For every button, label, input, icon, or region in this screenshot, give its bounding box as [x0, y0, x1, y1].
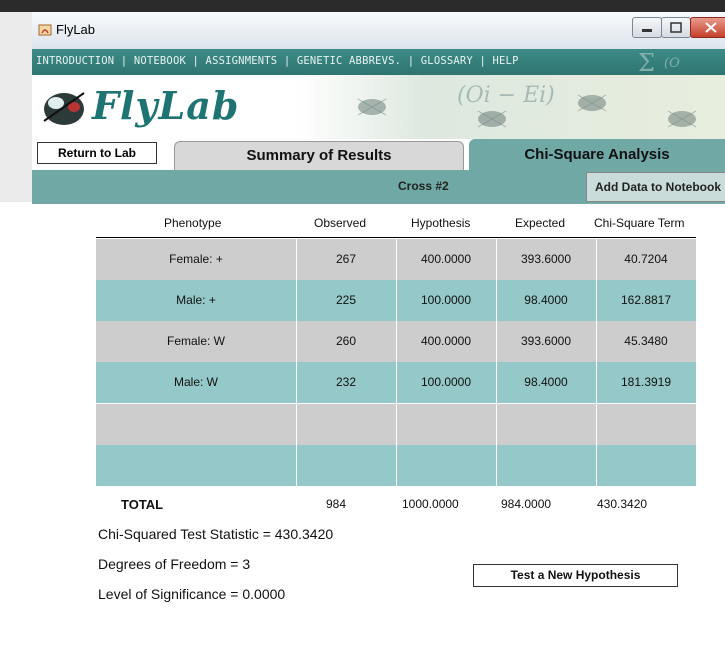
nav-links[interactable]: INTRODUCTION | NOTEBOOK | ASSIGNMENTS | …: [36, 55, 519, 67]
tab-summary-of-results[interactable]: Summary of Results: [174, 141, 464, 170]
column-header: Expected: [515, 216, 566, 230]
chi-term-cell: 181.3919: [620, 375, 672, 389]
table-row: Male: + 225 100.0000 98.4000 162.8817: [96, 280, 696, 321]
level-of-significance: Level of Significance = 0.0000: [98, 586, 286, 602]
sigma-decoration-icon: Σ (O: [638, 49, 680, 75]
chi-term-cell: 40.7204: [624, 252, 668, 266]
minimize-button[interactable]: [632, 17, 662, 38]
flylab-header: FlyLab (Oi − Ei): [32, 75, 725, 139]
chi-formula: (Oi − Ei): [457, 83, 555, 108]
svg-text:(O: (O: [664, 56, 680, 71]
window-titlebar[interactable]: FlyLab: [32, 12, 725, 50]
total-chi-square: 430.3420: [597, 497, 648, 511]
window-title: FlyLab: [56, 22, 96, 37]
hypothesis-cell[interactable]: 100.0000: [396, 280, 497, 321]
table-row: [96, 445, 696, 486]
expected-cell: [496, 404, 597, 445]
column-header: Phenotype: [164, 216, 222, 230]
hypothesis-cell[interactable]: 400.0000: [396, 321, 497, 362]
observed-cell[interactable]: 260: [296, 321, 397, 362]
phenotype-cell: Female: +: [96, 239, 297, 280]
nav-bar: INTRODUCTION | NOTEBOOK | ASSIGNMENTS | …: [32, 49, 725, 75]
hypothesis-cell[interactable]: [396, 445, 497, 486]
cross-bar: Cross #2 Add Data to Notebook: [32, 170, 725, 204]
maximize-icon: [670, 22, 682, 33]
java-icon: [38, 24, 52, 36]
observed-cell[interactable]: 232: [296, 362, 397, 403]
observed-cell[interactable]: 225: [296, 280, 397, 321]
expected-cell: 393.6000: [496, 239, 597, 280]
test-new-hypothesis-button[interactable]: Test a New Hypothesis: [473, 564, 678, 587]
observed-cell[interactable]: [296, 404, 397, 445]
minimize-icon: [642, 29, 652, 32]
tab-row: Return to Lab Summary of Results Chi-Squ…: [32, 139, 725, 171]
hypothesis-cell[interactable]: [396, 404, 497, 445]
phenotype-cell: [96, 404, 297, 445]
phenotype-cell: Male: +: [96, 280, 297, 321]
total-label: TOTAL: [121, 497, 164, 512]
column-header: Observed: [314, 216, 367, 230]
add-data-to-notebook-button[interactable]: Add Data to Notebook: [586, 172, 725, 202]
total-hypothesis: 1000.0000: [402, 497, 459, 511]
observed-cell[interactable]: 267: [296, 239, 397, 280]
chi-term-cell: [596, 445, 696, 486]
return-to-lab-button[interactable]: Return to Lab: [37, 142, 157, 164]
table-row: Female: + 267 400.0000 393.6000 40.7204: [96, 239, 696, 280]
phenotype-cell: [96, 445, 297, 486]
expected-cell: 98.4000: [496, 362, 597, 403]
total-observed: 984: [326, 497, 347, 511]
hypothesis-cell[interactable]: 100.0000: [396, 362, 497, 403]
left-margin: [0, 12, 32, 202]
expected-cell: [496, 445, 597, 486]
expected-cell: 98.4000: [496, 280, 597, 321]
close-icon: [705, 22, 717, 33]
observed-cell[interactable]: [296, 445, 397, 486]
total-expected: 984.0000: [501, 497, 552, 511]
cross-label: Cross #2: [398, 179, 449, 193]
phenotype-cell: Female: W: [96, 321, 297, 362]
svg-text:Σ: Σ: [638, 49, 655, 75]
column-header: Hypothesis: [411, 216, 471, 230]
phenotype-cell: Male: W: [96, 362, 297, 403]
degrees-of-freedom: Degrees of Freedom = 3: [98, 556, 251, 572]
table-row: [96, 404, 696, 445]
column-header: Chi-Square Term: [594, 216, 685, 230]
chi-term-cell: 45.3480: [624, 334, 668, 348]
expected-cell: 393.6000: [496, 321, 597, 362]
flylab-logo-text: FlyLab: [92, 83, 240, 128]
chi-term-cell: [596, 404, 696, 445]
maximize-button[interactable]: [661, 17, 691, 38]
table-row: Female: W 260 400.0000 393.6000 45.3480: [96, 321, 696, 362]
table-row: Male: W 232 100.0000 98.4000 181.3919: [96, 362, 696, 403]
fly-logo-icon: [43, 92, 85, 125]
close-button[interactable]: [690, 17, 725, 38]
total-row: TOTAL 984 1000.0000 984.0000 430.3420: [96, 497, 696, 515]
hypothesis-cell[interactable]: 400.0000: [396, 239, 497, 280]
screen-top-border: [0, 0, 725, 12]
chi-squared-statistic: Chi-Squared Test Statistic = 430.3420: [98, 526, 334, 542]
tab-chi-square-analysis[interactable]: Chi-Square Analysis: [469, 139, 725, 170]
header-divider: [96, 237, 696, 238]
chi-term-cell: 162.8817: [620, 293, 672, 307]
